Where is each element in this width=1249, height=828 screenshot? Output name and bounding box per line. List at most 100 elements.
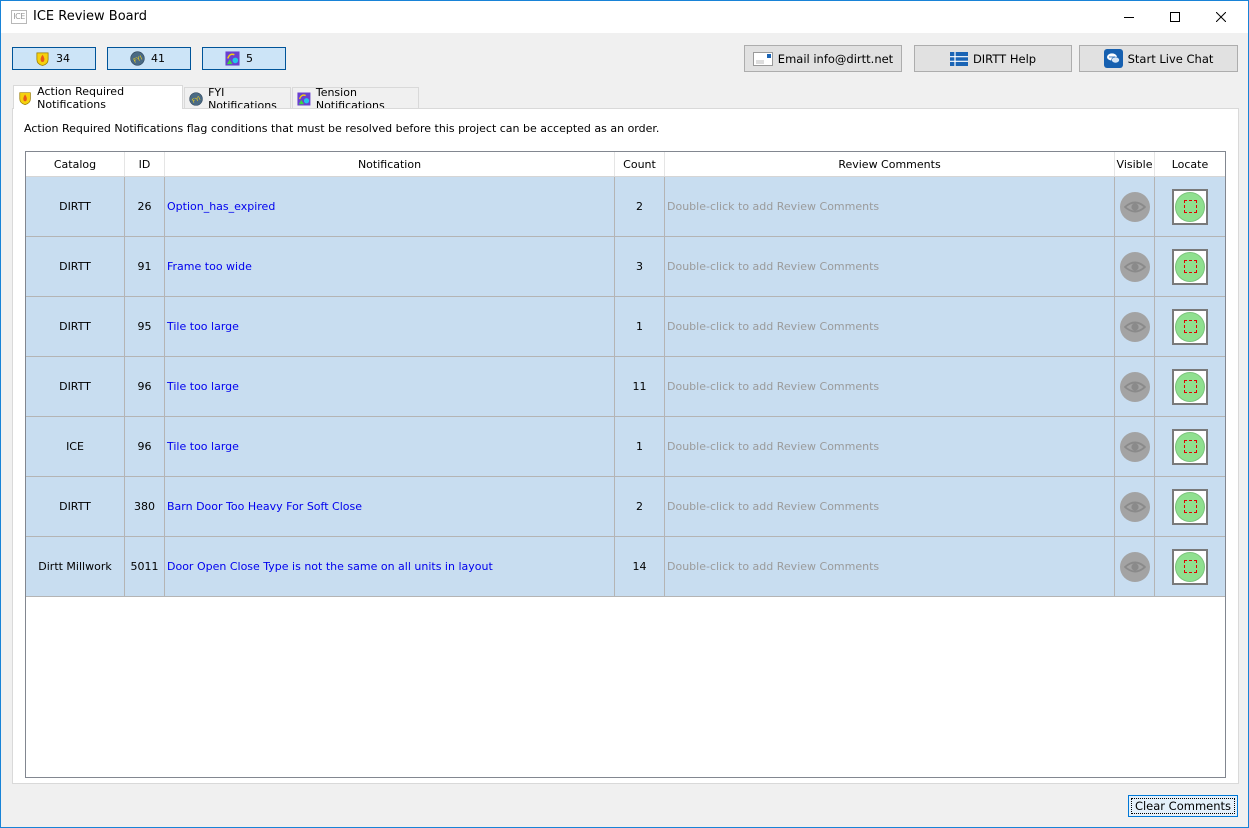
cell-review-comments[interactable]: Double-click to add Review Comments (665, 417, 1115, 476)
column-header-visible[interactable]: Visible (1115, 152, 1155, 176)
cell-id: 26 (125, 177, 165, 236)
cell-locate (1155, 237, 1225, 296)
table-row[interactable]: Dirtt Millwork 5011 Door Open Close Type… (26, 537, 1225, 597)
cell-catalog: ICE (26, 417, 125, 476)
clear-comments-button[interactable]: Clear Comments (1128, 795, 1238, 817)
table-row[interactable]: ICE 96 Tile too large 1 Double-click to … (26, 417, 1225, 477)
tab-description: Action Required Notifications flag condi… (24, 122, 660, 135)
table-row[interactable]: DIRTT 91 Frame too wide 3 Double-click t… (26, 237, 1225, 297)
tension-count: 5 (246, 52, 253, 65)
cell-notification-link[interactable]: Tile too large (165, 297, 615, 356)
cell-count: 1 (615, 417, 665, 476)
tension-shapes-icon (297, 92, 311, 105)
visibility-toggle[interactable] (1119, 191, 1150, 222)
table-body: DIRTT 26 Option_has_expired 2 Double-cli… (26, 177, 1225, 597)
tab-action-required[interactable]: Action Required Notifications (13, 84, 183, 111)
fyi-count: 41 (151, 52, 165, 65)
visibility-toggle[interactable] (1119, 551, 1150, 582)
cell-visible (1115, 417, 1155, 476)
visibility-toggle[interactable] (1119, 491, 1150, 522)
email-button-label: Email info@dirtt.net (777, 51, 894, 66)
maximize-button[interactable] (1152, 1, 1198, 33)
cell-catalog: DIRTT (26, 237, 125, 296)
cell-notification-link[interactable]: Frame too wide (165, 237, 615, 296)
fyi-count-button[interactable]: FYI 41 (107, 47, 191, 70)
cell-locate (1155, 297, 1225, 356)
cell-review-comments[interactable]: Double-click to add Review Comments (665, 357, 1115, 416)
tab-tension[interactable]: Tension Notifications (292, 86, 419, 112)
action-required-shield-icon (36, 52, 49, 66)
cell-notification-link[interactable]: Tile too large (165, 357, 615, 416)
cell-notification-link[interactable]: Barn Door Too Heavy For Soft Close (165, 477, 615, 536)
dirtt-help-button[interactable]: DIRTT Help (914, 45, 1072, 72)
cell-notification-link[interactable]: Option_has_expired (165, 177, 615, 236)
visibility-toggle[interactable] (1119, 371, 1150, 402)
cell-locate (1155, 357, 1225, 416)
cell-review-comments[interactable]: Double-click to add Review Comments (665, 477, 1115, 536)
cell-review-comments[interactable]: Double-click to add Review Comments (665, 237, 1115, 296)
tab-fyi[interactable]: FYI FYI Notifications (184, 86, 291, 112)
cell-review-comments[interactable]: Double-click to add Review Comments (665, 297, 1115, 356)
tab-action-required-label: Action Required Notifications (37, 84, 125, 111)
column-header-count[interactable]: Count (615, 152, 665, 176)
cell-notification-link[interactable]: Door Open Close Type is not the same on … (165, 537, 615, 596)
column-header-id[interactable]: ID (125, 152, 165, 176)
action-required-count-button[interactable]: 34 (12, 47, 96, 70)
email-envelope-icon (752, 51, 773, 66)
minimize-button[interactable] (1106, 1, 1152, 33)
cell-notification-link[interactable]: Tile too large (165, 417, 615, 476)
visibility-toggle[interactable] (1119, 311, 1150, 342)
notifications-table: Catalog ID Notification Count Review Com… (25, 151, 1226, 778)
column-header-review-comments[interactable]: Review Comments (665, 152, 1115, 176)
cell-visible (1115, 297, 1155, 356)
tension-count-button[interactable]: 5 (202, 47, 286, 70)
dirtt-help-label: DIRTT Help (972, 51, 1037, 66)
cell-count: 2 (615, 477, 665, 536)
locate-button[interactable] (1172, 548, 1208, 585)
column-header-catalog[interactable]: Catalog (26, 152, 125, 176)
cell-catalog: DIRTT (26, 357, 125, 416)
locate-button[interactable] (1172, 248, 1208, 285)
column-header-notification[interactable]: Notification (165, 152, 615, 176)
close-icon (1216, 12, 1226, 22)
cell-visible (1115, 177, 1155, 236)
eye-icon (1123, 381, 1146, 392)
cell-catalog: DIRTT (26, 477, 125, 536)
cell-count: 1 (615, 297, 665, 356)
maximize-icon (1170, 12, 1180, 22)
cell-locate (1155, 537, 1225, 596)
cell-count: 11 (615, 357, 665, 416)
locate-target-icon (1175, 251, 1205, 282)
locate-button[interactable] (1172, 368, 1208, 405)
table-row[interactable]: DIRTT 380 Barn Door Too Heavy For Soft C… (26, 477, 1225, 537)
window-title: ICE Review Board (33, 9, 147, 24)
cell-count: 3 (615, 237, 665, 296)
locate-button[interactable] (1172, 308, 1208, 345)
column-header-locate[interactable]: Locate (1155, 152, 1225, 176)
live-chat-button[interactable]: Start Live Chat (1079, 45, 1238, 72)
locate-target-icon (1175, 551, 1205, 582)
cell-visible (1115, 477, 1155, 536)
cell-count: 14 (615, 537, 665, 596)
cell-id: 5011 (125, 537, 165, 596)
fyi-globe-icon: FYI (130, 51, 145, 66)
locate-button[interactable] (1172, 188, 1208, 225)
eye-icon (1123, 261, 1146, 272)
visibility-toggle[interactable] (1119, 431, 1150, 462)
table-row[interactable]: DIRTT 96 Tile too large 11 Double-click … (26, 357, 1225, 417)
cell-id: 380 (125, 477, 165, 536)
title-bar: ICE ICE Review Board (1, 1, 1248, 33)
table-row[interactable]: DIRTT 95 Tile too large 1 Double-click t… (26, 297, 1225, 357)
locate-button[interactable] (1172, 428, 1208, 465)
cell-catalog: Dirtt Millwork (26, 537, 125, 596)
eye-icon (1123, 321, 1146, 332)
close-button[interactable] (1198, 1, 1244, 33)
email-button[interactable]: Email info@dirtt.net (744, 45, 902, 72)
visibility-toggle[interactable] (1119, 251, 1150, 282)
table-row[interactable]: DIRTT 26 Option_has_expired 2 Double-cli… (26, 177, 1225, 237)
cell-review-comments[interactable]: Double-click to add Review Comments (665, 537, 1115, 596)
cell-review-comments[interactable]: Double-click to add Review Comments (665, 177, 1115, 236)
locate-target-icon (1175, 191, 1205, 222)
action-required-count: 34 (56, 52, 70, 65)
locate-button[interactable] (1172, 488, 1208, 525)
